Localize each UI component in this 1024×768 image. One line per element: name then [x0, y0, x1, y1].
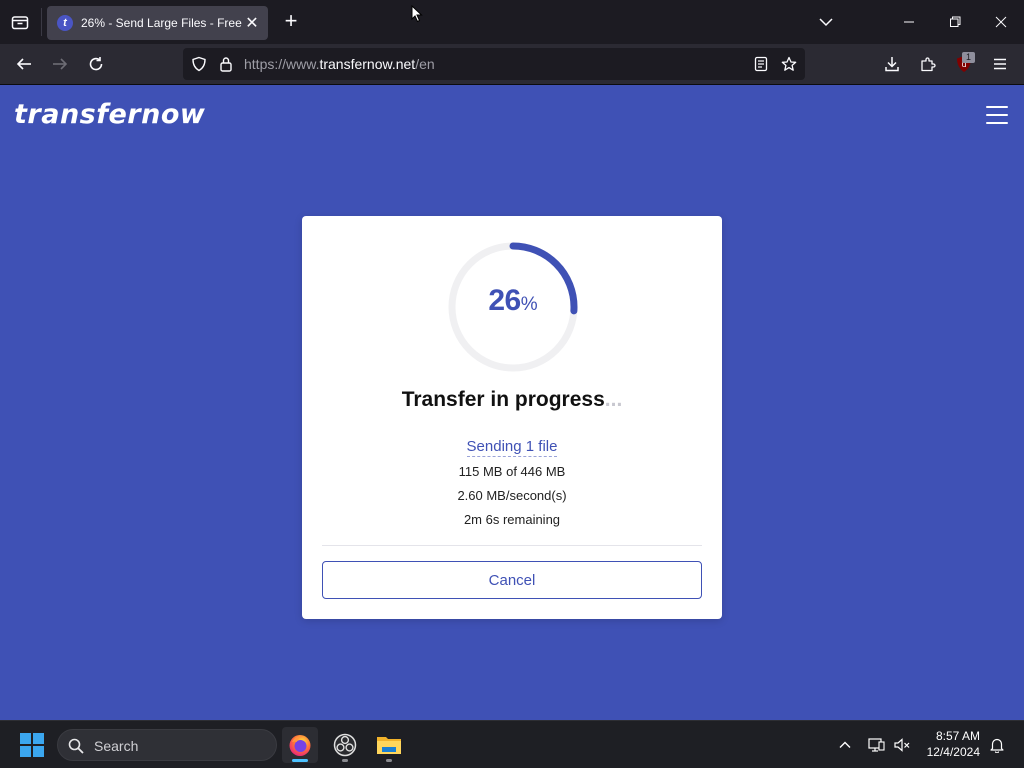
search-placeholder: Search — [94, 738, 139, 754]
card-divider — [322, 545, 702, 546]
progress-unit: % — [520, 294, 538, 315]
file-explorer-icon — [377, 737, 401, 754]
hamburger-menu-icon[interactable] — [986, 106, 1008, 124]
page-content: transfernow 26% Transfer in progress... … — [0, 85, 1024, 720]
file-explorer-taskbar-button[interactable] — [371, 727, 407, 763]
restore-icon[interactable] — [945, 12, 965, 32]
obs-icon — [333, 733, 357, 757]
transfer-speed: 2.60 MB/second(s) — [457, 488, 567, 503]
extensions-puzzle-icon[interactable] — [917, 53, 939, 75]
sending-files-text: Sending 1 file — [466, 438, 558, 457]
extension-badge: 1 — [962, 52, 975, 63]
clock-date: 12/4/2024 — [926, 745, 980, 759]
progress-value: 26 — [488, 284, 521, 317]
url-bar[interactable]: https://www.transfernow.net/en — [183, 48, 805, 80]
tracking-protection-shield-icon[interactable] — [191, 56, 207, 72]
browser-tab[interactable]: t 26% - Send Large Files - Free Se ✕ — [47, 6, 268, 40]
transfernow-favicon-icon: t — [57, 15, 73, 31]
navigation-toolbar: https://www.transfernow.net/en u 1 — [0, 44, 1024, 85]
transfernow-logo[interactable]: transfernow — [14, 99, 205, 130]
taskbar-search-box[interactable]: Search — [57, 729, 277, 761]
forward-icon[interactable] — [49, 53, 71, 75]
firefox-icon — [289, 735, 311, 756]
cancel-button[interactable]: Cancel — [322, 561, 702, 599]
firefox-taskbar-button[interactable] — [282, 727, 318, 763]
progress-percentage: 26% — [446, 284, 580, 318]
network-icon[interactable] — [866, 735, 886, 755]
url-path: /en — [415, 56, 435, 72]
file-explorer-running-indicator — [386, 759, 392, 762]
close-window-icon[interactable] — [991, 12, 1011, 32]
minimize-icon[interactable] — [899, 12, 919, 32]
volume-muted-icon[interactable] — [892, 735, 912, 755]
mouse-cursor-icon — [411, 4, 423, 28]
new-tab-icon[interactable]: + — [280, 10, 302, 34]
firefox-view-icon[interactable] — [8, 10, 32, 34]
lock-icon[interactable] — [218, 56, 234, 72]
firefox-active-indicator — [292, 759, 308, 762]
tab-close-icon[interactable]: ✕ — [244, 13, 260, 33]
back-icon[interactable] — [13, 53, 35, 75]
obs-taskbar-button[interactable] — [327, 727, 363, 763]
reader-view-icon[interactable] — [753, 56, 769, 72]
tab-strip: t 26% - Send Large Files - Free Se ✕ + — [0, 0, 1024, 44]
tab-title: 26% - Send Large Files - Free Se — [81, 16, 244, 30]
show-hidden-icons-chevron-icon[interactable] — [835, 735, 855, 755]
transfer-status-dots: ... — [604, 388, 623, 411]
clock-time: 8:57 AM — [935, 729, 980, 743]
transfer-status-text: Transfer in progress — [401, 388, 605, 411]
reload-icon[interactable] — [85, 53, 107, 75]
transfer-progress-card: 26% Transfer in progress... Sending 1 fi… — [302, 216, 722, 619]
windows-taskbar: Search 8:57 AM 12/4/2024 — [0, 720, 1024, 768]
obs-running-indicator — [342, 759, 348, 762]
tab-separator — [41, 8, 42, 36]
size-progress: 115 MB of 446 MB — [458, 464, 566, 479]
downloads-icon[interactable] — [881, 53, 903, 75]
url-prefix: https://www. — [244, 56, 320, 72]
transfer-status: Transfer in progress... — [302, 388, 722, 412]
system-clock[interactable]: 8:57 AM 12/4/2024 — [916, 728, 980, 760]
time-remaining: 2m 6s remaining — [463, 512, 561, 527]
url-text[interactable]: https://www.transfernow.net/en — [244, 56, 435, 72]
search-icon — [68, 738, 84, 754]
list-all-tabs-chevron-icon[interactable] — [816, 12, 836, 32]
app-menu-icon[interactable] — [989, 53, 1011, 75]
notifications-bell-icon[interactable] — [987, 735, 1007, 755]
url-host: transfernow.net — [319, 56, 416, 72]
sending-files-link[interactable]: Sending 1 file — [302, 438, 722, 457]
bookmark-star-icon[interactable] — [781, 56, 797, 72]
windows-start-icon[interactable] — [20, 733, 44, 757]
